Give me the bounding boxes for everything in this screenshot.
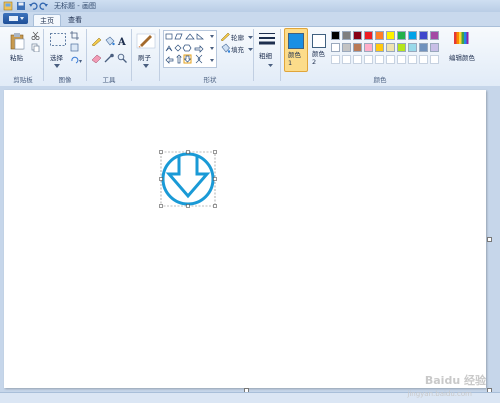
- eraser-icon[interactable]: [91, 53, 102, 65]
- shapes-gallery[interactable]: [163, 30, 217, 68]
- palette-swatch[interactable]: [408, 31, 417, 40]
- save-icon[interactable]: [16, 1, 26, 11]
- paste-icon[interactable]: [9, 32, 27, 52]
- paint-app-icon[interactable]: [3, 1, 13, 11]
- palette-swatch[interactable]: [331, 55, 340, 64]
- image-group-label: 图像: [58, 76, 72, 84]
- select-icon[interactable]: [49, 32, 67, 50]
- color2-swatch: [312, 34, 326, 48]
- outline-icon[interactable]: [220, 31, 230, 43]
- palette-swatch[interactable]: [430, 43, 439, 52]
- selected-shape[interactable]: [158, 150, 218, 210]
- colors-group-label: 颜色: [373, 76, 387, 84]
- undo-icon[interactable]: [28, 1, 38, 11]
- edit-colors-label[interactable]: 编辑颜色: [449, 52, 475, 62]
- palette-swatch[interactable]: [430, 55, 439, 64]
- edit-colors-icon[interactable]: [453, 30, 469, 48]
- palette-swatch[interactable]: [386, 31, 395, 40]
- crop-icon[interactable]: [70, 31, 79, 42]
- palette-swatch[interactable]: [375, 43, 384, 52]
- redo-icon[interactable]: [39, 1, 49, 11]
- palette-swatch[interactable]: [342, 43, 351, 52]
- brushes-label[interactable]: 刷子: [138, 52, 151, 62]
- size-label[interactable]: 粗细: [259, 52, 273, 60]
- chevron-down-icon[interactable]: [143, 62, 149, 70]
- pencil-icon[interactable]: [91, 36, 102, 48]
- clipboard-group-label: 剪贴板: [13, 76, 33, 84]
- palette-swatch[interactable]: [408, 55, 417, 64]
- palette-swatch[interactable]: [397, 55, 406, 64]
- group-divider: [86, 29, 87, 81]
- paste-label[interactable]: 粘贴: [10, 52, 23, 62]
- palette-swatch[interactable]: [364, 31, 373, 40]
- select-label[interactable]: 选择: [50, 52, 63, 62]
- watermark-url: jingyan.baidu.com: [407, 390, 472, 398]
- outline-label[interactable]: 轮廓: [231, 32, 244, 42]
- palette-swatch[interactable]: [419, 31, 428, 40]
- fill-label[interactable]: 填充: [231, 44, 244, 54]
- palette-swatch[interactable]: [331, 43, 340, 52]
- palette-swatch[interactable]: [331, 31, 340, 40]
- line-size-icon[interactable]: [258, 31, 276, 49]
- palette-swatch[interactable]: [353, 31, 362, 40]
- fill-icon[interactable]: [220, 43, 231, 55]
- tab-view[interactable]: 查看: [63, 14, 87, 26]
- color2-button[interactable]: 颜色 2: [309, 28, 329, 70]
- resize-icon[interactable]: [70, 43, 79, 54]
- palette-swatch[interactable]: [397, 31, 406, 40]
- color2-label: 颜色 2: [312, 50, 325, 66]
- palette-swatch[interactable]: [342, 31, 351, 40]
- palette-swatch[interactable]: [375, 31, 384, 40]
- color1-label: 颜色 1: [288, 51, 301, 67]
- chevron-down-icon[interactable]: [268, 62, 273, 70]
- paint-menu-button[interactable]: [3, 13, 28, 24]
- palette-swatch[interactable]: [408, 43, 417, 52]
- group-divider: [43, 29, 44, 81]
- watermark-logo: Baidu 经验: [424, 374, 486, 387]
- svg-text:A: A: [117, 37, 126, 46]
- text-tool-icon[interactable]: A: [117, 36, 127, 48]
- title-bar: 无标题 - 画图: [0, 0, 500, 12]
- color-picker-icon[interactable]: [104, 53, 115, 65]
- group-divider: [131, 29, 132, 81]
- copy-icon[interactable]: [31, 43, 40, 54]
- color1-swatch: [288, 33, 304, 49]
- window-title: 无标题 - 画图: [54, 2, 96, 10]
- cut-icon[interactable]: [31, 31, 40, 42]
- group-divider: [280, 29, 281, 81]
- palette-swatch[interactable]: [353, 43, 362, 52]
- canvas-resize-handle[interactable]: [487, 237, 492, 242]
- palette-swatch[interactable]: [430, 31, 439, 40]
- palette-swatch[interactable]: [364, 55, 373, 64]
- magnifier-icon[interactable]: [117, 53, 127, 65]
- brushes-icon[interactable]: [136, 31, 156, 51]
- chevron-down-icon[interactable]: [54, 62, 60, 70]
- palette-swatch[interactable]: [353, 55, 362, 64]
- palette-swatch[interactable]: [364, 43, 373, 52]
- palette-swatch[interactable]: [386, 55, 395, 64]
- drawing-canvas[interactable]: [4, 90, 486, 388]
- rotate-icon[interactable]: [70, 55, 82, 66]
- group-divider: [159, 29, 160, 81]
- group-divider: [253, 29, 254, 81]
- palette-swatch[interactable]: [397, 43, 406, 52]
- fill-bucket-icon[interactable]: [104, 36, 115, 48]
- palette-swatch[interactable]: [342, 55, 351, 64]
- palette-swatch[interactable]: [419, 43, 428, 52]
- shapes-group-label: 形状: [203, 76, 217, 84]
- palette-swatch[interactable]: [419, 55, 428, 64]
- palette-swatch[interactable]: [386, 43, 395, 52]
- color1-button[interactable]: 颜色 1: [284, 28, 308, 72]
- tools-group-label: 工具: [102, 76, 116, 84]
- palette-swatch[interactable]: [375, 55, 384, 64]
